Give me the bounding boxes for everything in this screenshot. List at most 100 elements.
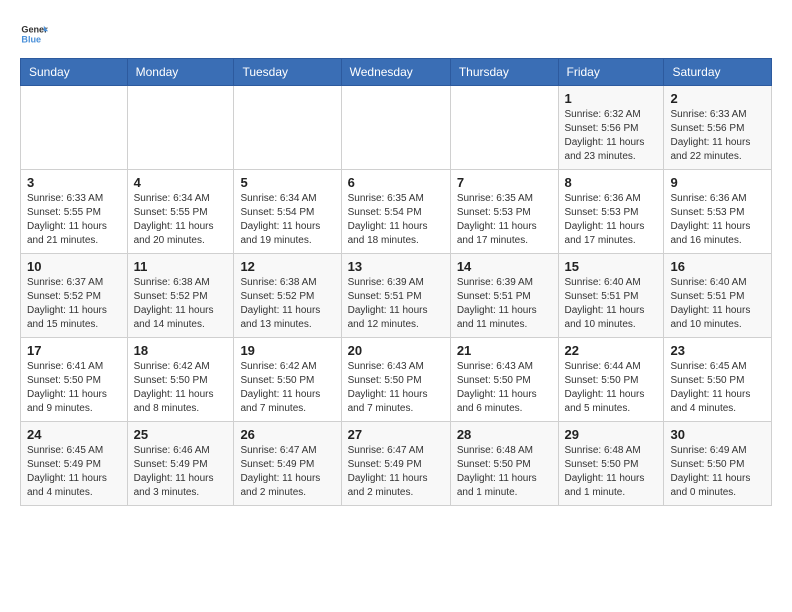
day-number: 12: [240, 259, 334, 274]
calendar-cell: 21 Sunrise: 6:43 AM Sunset: 5:50 PM Dayli…: [450, 338, 558, 422]
calendar-cell: 17Sunrise: 6:41 AM Sunset: 5:50 PM Dayli…: [21, 338, 128, 422]
logo-icon: General Blue: [20, 20, 48, 48]
calendar-cell: 22 Sunrise: 6:44 AM Sunset: 5:50 PM Dayli…: [558, 338, 664, 422]
day-header-tuesday: Tuesday: [234, 59, 341, 86]
day-header-monday: Monday: [127, 59, 234, 86]
calendar-header-row: SundayMondayTuesdayWednesdayThursdayFrid…: [21, 59, 772, 86]
calendar-week-row: 10Sunrise: 6:37 AM Sunset: 5:52 PM Dayli…: [21, 254, 772, 338]
day-number: 19: [240, 343, 334, 358]
day-info: Sunrise: 6:46 AM Sunset: 5:49 PM Dayligh…: [134, 444, 228, 500]
day-info: Sunrise: 6:38 AM Sunset: 5:52 PM Dayligh…: [240, 276, 334, 332]
calendar-cell: 28 Sunrise: 6:48 AM Sunset: 5:50 PM Dayli…: [450, 422, 558, 506]
calendar-cell: [127, 86, 234, 170]
day-number: 17: [27, 343, 121, 358]
calendar-cell: 27 Sunrise: 6:47 AM Sunset: 5:49 PM Dayli…: [341, 422, 450, 506]
calendar-week-row: 3 Sunrise: 6:33 AM Sunset: 5:55 PM Daylig…: [21, 170, 772, 254]
day-number: 27: [348, 427, 444, 442]
day-info: Sunrise: 6:39 AM Sunset: 5:51 PM Dayligh…: [457, 276, 552, 332]
day-number: 25: [134, 427, 228, 442]
calendar-cell: 18 Sunrise: 6:42 AM Sunset: 5:50 PM Dayli…: [127, 338, 234, 422]
day-info: Sunrise: 6:35 AM Sunset: 5:54 PM Dayligh…: [348, 192, 444, 248]
calendar-cell: 2 Sunrise: 6:33 AM Sunset: 5:56 PM Daylig…: [664, 86, 772, 170]
calendar-week-row: 1 Sunrise: 6:32 AM Sunset: 5:56 PM Daylig…: [21, 86, 772, 170]
day-number: 20: [348, 343, 444, 358]
day-header-sunday: Sunday: [21, 59, 128, 86]
day-number: 24: [27, 427, 121, 442]
calendar-cell: 1 Sunrise: 6:32 AM Sunset: 5:56 PM Daylig…: [558, 86, 664, 170]
calendar-cell: 4Sunrise: 6:34 AM Sunset: 5:55 PM Daylig…: [127, 170, 234, 254]
day-number: 7: [457, 175, 552, 190]
day-info: Sunrise: 6:44 AM Sunset: 5:50 PM Dayligh…: [565, 360, 658, 416]
calendar-table: SundayMondayTuesdayWednesdayThursdayFrid…: [20, 58, 772, 506]
day-info: Sunrise: 6:34 AM Sunset: 5:54 PM Dayligh…: [240, 192, 334, 248]
day-header-friday: Friday: [558, 59, 664, 86]
day-info: Sunrise: 6:47 AM Sunset: 5:49 PM Dayligh…: [348, 444, 444, 500]
day-info: Sunrise: 6:35 AM Sunset: 5:53 PM Dayligh…: [457, 192, 552, 248]
day-info: Sunrise: 6:32 AM Sunset: 5:56 PM Dayligh…: [565, 108, 658, 164]
day-number: 2: [670, 91, 765, 106]
day-info: Sunrise: 6:47 AM Sunset: 5:49 PM Dayligh…: [240, 444, 334, 500]
day-info: Sunrise: 6:33 AM Sunset: 5:56 PM Dayligh…: [670, 108, 765, 164]
day-number: 6: [348, 175, 444, 190]
calendar-cell: 24 Sunrise: 6:45 AM Sunset: 5:49 PM Dayli…: [21, 422, 128, 506]
day-number: 22: [565, 343, 658, 358]
calendar-cell: 3 Sunrise: 6:33 AM Sunset: 5:55 PM Daylig…: [21, 170, 128, 254]
day-header-saturday: Saturday: [664, 59, 772, 86]
calendar-cell: 25 Sunrise: 6:46 AM Sunset: 5:49 PM Dayli…: [127, 422, 234, 506]
day-info: Sunrise: 6:45 AM Sunset: 5:49 PM Dayligh…: [27, 444, 121, 500]
calendar-cell: 9 Sunrise: 6:36 AM Sunset: 5:53 PM Daylig…: [664, 170, 772, 254]
day-info: Sunrise: 6:42 AM Sunset: 5:50 PM Dayligh…: [134, 360, 228, 416]
day-number: 3: [27, 175, 121, 190]
day-info: Sunrise: 6:33 AM Sunset: 5:55 PM Dayligh…: [27, 192, 121, 248]
day-number: 16: [670, 259, 765, 274]
day-info: Sunrise: 6:48 AM Sunset: 5:50 PM Dayligh…: [565, 444, 658, 500]
day-number: 15: [565, 259, 658, 274]
day-info: Sunrise: 6:49 AM Sunset: 5:50 PM Dayligh…: [670, 444, 765, 500]
header: General Blue: [20, 20, 772, 48]
calendar-cell: 14 Sunrise: 6:39 AM Sunset: 5:51 PM Dayli…: [450, 254, 558, 338]
day-number: 30: [670, 427, 765, 442]
day-header-thursday: Thursday: [450, 59, 558, 86]
day-number: 28: [457, 427, 552, 442]
calendar-week-row: 24 Sunrise: 6:45 AM Sunset: 5:49 PM Dayli…: [21, 422, 772, 506]
day-info: Sunrise: 6:39 AM Sunset: 5:51 PM Dayligh…: [348, 276, 444, 332]
calendar-cell: 8 Sunrise: 6:36 AM Sunset: 5:53 PM Daylig…: [558, 170, 664, 254]
calendar-cell: 6 Sunrise: 6:35 AM Sunset: 5:54 PM Daylig…: [341, 170, 450, 254]
day-number: 14: [457, 259, 552, 274]
day-number: 5: [240, 175, 334, 190]
calendar-cell: 13 Sunrise: 6:39 AM Sunset: 5:51 PM Dayli…: [341, 254, 450, 338]
day-info: Sunrise: 6:36 AM Sunset: 5:53 PM Dayligh…: [670, 192, 765, 248]
day-number: 23: [670, 343, 765, 358]
day-info: Sunrise: 6:45 AM Sunset: 5:50 PM Dayligh…: [670, 360, 765, 416]
logo: General Blue: [20, 20, 48, 48]
calendar-cell: 11 Sunrise: 6:38 AM Sunset: 5:52 PM Dayli…: [127, 254, 234, 338]
day-info: Sunrise: 6:36 AM Sunset: 5:53 PM Dayligh…: [565, 192, 658, 248]
calendar-cell: 10Sunrise: 6:37 AM Sunset: 5:52 PM Dayli…: [21, 254, 128, 338]
calendar-cell: [450, 86, 558, 170]
day-number: 21: [457, 343, 552, 358]
day-number: 29: [565, 427, 658, 442]
calendar-cell: [341, 86, 450, 170]
calendar-cell: 5 Sunrise: 6:34 AM Sunset: 5:54 PM Daylig…: [234, 170, 341, 254]
calendar-cell: [21, 86, 128, 170]
calendar-cell: 12 Sunrise: 6:38 AM Sunset: 5:52 PM Dayli…: [234, 254, 341, 338]
day-info: Sunrise: 6:43 AM Sunset: 5:50 PM Dayligh…: [457, 360, 552, 416]
day-info: Sunrise: 6:40 AM Sunset: 5:51 PM Dayligh…: [670, 276, 765, 332]
day-info: Sunrise: 6:43 AM Sunset: 5:50 PM Dayligh…: [348, 360, 444, 416]
day-number: 1: [565, 91, 658, 106]
calendar-cell: 19 Sunrise: 6:42 AM Sunset: 5:50 PM Dayli…: [234, 338, 341, 422]
day-number: 13: [348, 259, 444, 274]
calendar-cell: 16 Sunrise: 6:40 AM Sunset: 5:51 PM Dayli…: [664, 254, 772, 338]
day-number: 8: [565, 175, 658, 190]
day-header-wednesday: Wednesday: [341, 59, 450, 86]
day-info: Sunrise: 6:42 AM Sunset: 5:50 PM Dayligh…: [240, 360, 334, 416]
day-number: 9: [670, 175, 765, 190]
day-number: 11: [134, 259, 228, 274]
day-info: Sunrise: 6:48 AM Sunset: 5:50 PM Dayligh…: [457, 444, 552, 500]
calendar-cell: [234, 86, 341, 170]
day-number: 18: [134, 343, 228, 358]
calendar-week-row: 17Sunrise: 6:41 AM Sunset: 5:50 PM Dayli…: [21, 338, 772, 422]
calendar-cell: 30 Sunrise: 6:49 AM Sunset: 5:50 PM Dayli…: [664, 422, 772, 506]
day-info: Sunrise: 6:38 AM Sunset: 5:52 PM Dayligh…: [134, 276, 228, 332]
calendar-cell: 7 Sunrise: 6:35 AM Sunset: 5:53 PM Daylig…: [450, 170, 558, 254]
